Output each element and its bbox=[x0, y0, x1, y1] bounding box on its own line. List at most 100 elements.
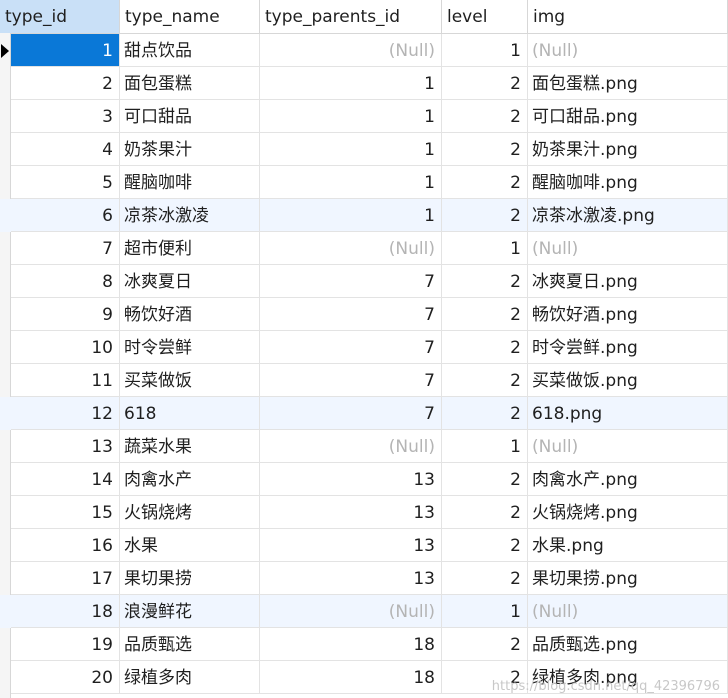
cell-type-id[interactable]: 1 bbox=[11, 34, 120, 67]
cell-type-parents-id[interactable]: (Null) bbox=[260, 595, 442, 628]
table-row[interactable]: 16 水果 13 2 水果.png bbox=[0, 529, 728, 562]
cell-type-parents-id[interactable]: 18 bbox=[260, 628, 442, 661]
cell-type-parents-id[interactable]: 7 bbox=[260, 397, 442, 430]
table-row[interactable]: 14 肉禽水产 13 2 肉禽水产.png bbox=[0, 463, 728, 496]
column-header-type-parents-id[interactable]: type_parents_id bbox=[260, 0, 442, 33]
cell-img[interactable]: 冰爽夏日.png bbox=[528, 265, 728, 298]
cell-type-parents-id[interactable]: (Null) bbox=[260, 34, 442, 67]
cell-type-parents-id[interactable]: (Null) bbox=[260, 232, 442, 265]
cell-img[interactable]: (Null) bbox=[528, 430, 728, 463]
cell-level[interactable]: 2 bbox=[442, 463, 528, 496]
cell-type-name[interactable]: 面包蛋糕 bbox=[120, 67, 260, 100]
cell-img[interactable]: 醒脑咖啡.png bbox=[528, 166, 728, 199]
cell-img[interactable]: (Null) bbox=[528, 232, 728, 265]
table-row[interactable]: 13 蔬菜水果 (Null) 1 (Null) bbox=[0, 430, 728, 463]
cell-img[interactable]: 凉茶冰激凌.png bbox=[528, 199, 728, 232]
cell-img[interactable]: (Null) bbox=[528, 595, 728, 628]
cell-type-name[interactable]: 618 bbox=[120, 397, 260, 430]
table-row[interactable]: 10 时令尝鲜 7 2 时令尝鲜.png bbox=[0, 331, 728, 364]
table-row[interactable]: 7 超市便利 (Null) 1 (Null) bbox=[0, 232, 728, 265]
cell-img[interactable]: 果切果捞.png bbox=[528, 562, 728, 595]
table-row[interactable]: 8 冰爽夏日 7 2 冰爽夏日.png bbox=[0, 265, 728, 298]
cell-type-name[interactable]: 火锅烧烤 bbox=[120, 496, 260, 529]
cell-type-parents-id[interactable]: 18 bbox=[260, 661, 442, 694]
cell-type-name[interactable]: 奶茶果汁 bbox=[120, 133, 260, 166]
cell-type-parents-id[interactable]: 1 bbox=[260, 100, 442, 133]
cell-type-id[interactable]: 15 bbox=[11, 496, 120, 529]
cell-type-name[interactable]: 买菜做饭 bbox=[120, 364, 260, 397]
cell-type-name[interactable]: 畅饮好酒 bbox=[120, 298, 260, 331]
cell-img[interactable]: 肉禽水产.png bbox=[528, 463, 728, 496]
cell-type-parents-id[interactable]: 1 bbox=[260, 166, 442, 199]
cell-type-parents-id[interactable]: 7 bbox=[260, 298, 442, 331]
cell-img[interactable]: 可口甜品.png bbox=[528, 100, 728, 133]
cell-type-id[interactable]: 8 bbox=[11, 265, 120, 298]
column-header-type-name[interactable]: type_name bbox=[120, 0, 260, 33]
cell-level[interactable]: 2 bbox=[442, 67, 528, 100]
cell-level[interactable]: 2 bbox=[442, 364, 528, 397]
cell-type-id[interactable]: 10 bbox=[11, 331, 120, 364]
cell-type-id[interactable]: 11 bbox=[11, 364, 120, 397]
cell-type-name[interactable]: 冰爽夏日 bbox=[120, 265, 260, 298]
cell-type-name[interactable]: 醒脑咖啡 bbox=[120, 166, 260, 199]
cell-img[interactable]: 618.png bbox=[528, 397, 728, 430]
cell-level[interactable]: 2 bbox=[442, 331, 528, 364]
cell-type-parents-id[interactable]: 7 bbox=[260, 331, 442, 364]
table-row[interactable]: 17 果切果捞 13 2 果切果捞.png bbox=[0, 562, 728, 595]
cell-type-id[interactable]: 6 bbox=[11, 199, 120, 232]
column-header-type-id[interactable]: type_id bbox=[0, 0, 120, 33]
cell-type-id[interactable]: 3 bbox=[11, 100, 120, 133]
cell-level[interactable]: 2 bbox=[442, 199, 528, 232]
cell-type-name[interactable]: 浪漫鲜花 bbox=[120, 595, 260, 628]
cell-type-name[interactable]: 蔬菜水果 bbox=[120, 430, 260, 463]
cell-type-parents-id[interactable]: 13 bbox=[260, 496, 442, 529]
cell-type-parents-id[interactable]: 13 bbox=[260, 529, 442, 562]
cell-type-parents-id[interactable]: 13 bbox=[260, 463, 442, 496]
cell-img[interactable]: 品质甄选.png bbox=[528, 628, 728, 661]
cell-type-parents-id[interactable]: 1 bbox=[260, 67, 442, 100]
cell-level[interactable]: 2 bbox=[442, 397, 528, 430]
cell-type-id[interactable]: 16 bbox=[11, 529, 120, 562]
table-row[interactable]: 19 品质甄选 18 2 品质甄选.png bbox=[0, 628, 728, 661]
cell-img[interactable]: 畅饮好酒.png bbox=[528, 298, 728, 331]
cell-type-id[interactable]: 2 bbox=[11, 67, 120, 100]
table-row[interactable]: 6 凉茶冰激凌 1 2 凉茶冰激凌.png bbox=[0, 199, 728, 232]
table-row[interactable]: 15 火锅烧烤 13 2 火锅烧烤.png bbox=[0, 496, 728, 529]
cell-type-name[interactable]: 可口甜品 bbox=[120, 100, 260, 133]
cell-type-id[interactable]: 18 bbox=[11, 595, 120, 628]
cell-type-id[interactable]: 7 bbox=[11, 232, 120, 265]
table-row[interactable]: 3 可口甜品 1 2 可口甜品.png bbox=[0, 100, 728, 133]
cell-img[interactable]: 面包蛋糕.png bbox=[528, 67, 728, 100]
cell-img[interactable]: 火锅烧烤.png bbox=[528, 496, 728, 529]
column-header-img[interactable]: img bbox=[528, 0, 728, 33]
cell-type-parents-id[interactable]: 1 bbox=[260, 133, 442, 166]
cell-type-id[interactable]: 20 bbox=[11, 661, 120, 694]
cell-type-id[interactable]: 13 bbox=[11, 430, 120, 463]
table-row[interactable]: 5 醒脑咖啡 1 2 醒脑咖啡.png bbox=[0, 166, 728, 199]
cell-level[interactable]: 1 bbox=[442, 34, 528, 67]
cell-type-parents-id[interactable]: 13 bbox=[260, 562, 442, 595]
cell-type-name[interactable]: 品质甄选 bbox=[120, 628, 260, 661]
cell-img[interactable]: 水果.png bbox=[528, 529, 728, 562]
table-row[interactable]: 4 奶茶果汁 1 2 奶茶果汁.png bbox=[0, 133, 728, 166]
cell-level[interactable]: 2 bbox=[442, 265, 528, 298]
cell-img[interactable]: 买菜做饭.png bbox=[528, 364, 728, 397]
cell-level[interactable]: 2 bbox=[442, 628, 528, 661]
table-row[interactable]: 2 面包蛋糕 1 2 面包蛋糕.png bbox=[0, 67, 728, 100]
cell-type-parents-id[interactable]: 7 bbox=[260, 265, 442, 298]
cell-type-id[interactable]: 14 bbox=[11, 463, 120, 496]
cell-type-id[interactable]: 5 bbox=[11, 166, 120, 199]
cell-type-id[interactable]: 9 bbox=[11, 298, 120, 331]
cell-level[interactable]: 2 bbox=[442, 496, 528, 529]
cell-level[interactable]: 1 bbox=[442, 430, 528, 463]
cell-level[interactable]: 1 bbox=[442, 232, 528, 265]
cell-type-name[interactable]: 甜点饮品 bbox=[120, 34, 260, 67]
table-row[interactable]: 9 畅饮好酒 7 2 畅饮好酒.png bbox=[0, 298, 728, 331]
cell-img[interactable]: 时令尝鲜.png bbox=[528, 331, 728, 364]
cell-type-name[interactable]: 果切果捞 bbox=[120, 562, 260, 595]
cell-type-name[interactable]: 超市便利 bbox=[120, 232, 260, 265]
cell-type-parents-id[interactable]: 1 bbox=[260, 199, 442, 232]
cell-type-name[interactable]: 凉茶冰激凌 bbox=[120, 199, 260, 232]
cell-level[interactable]: 2 bbox=[442, 562, 528, 595]
cell-type-name[interactable]: 绿植多肉 bbox=[120, 661, 260, 694]
